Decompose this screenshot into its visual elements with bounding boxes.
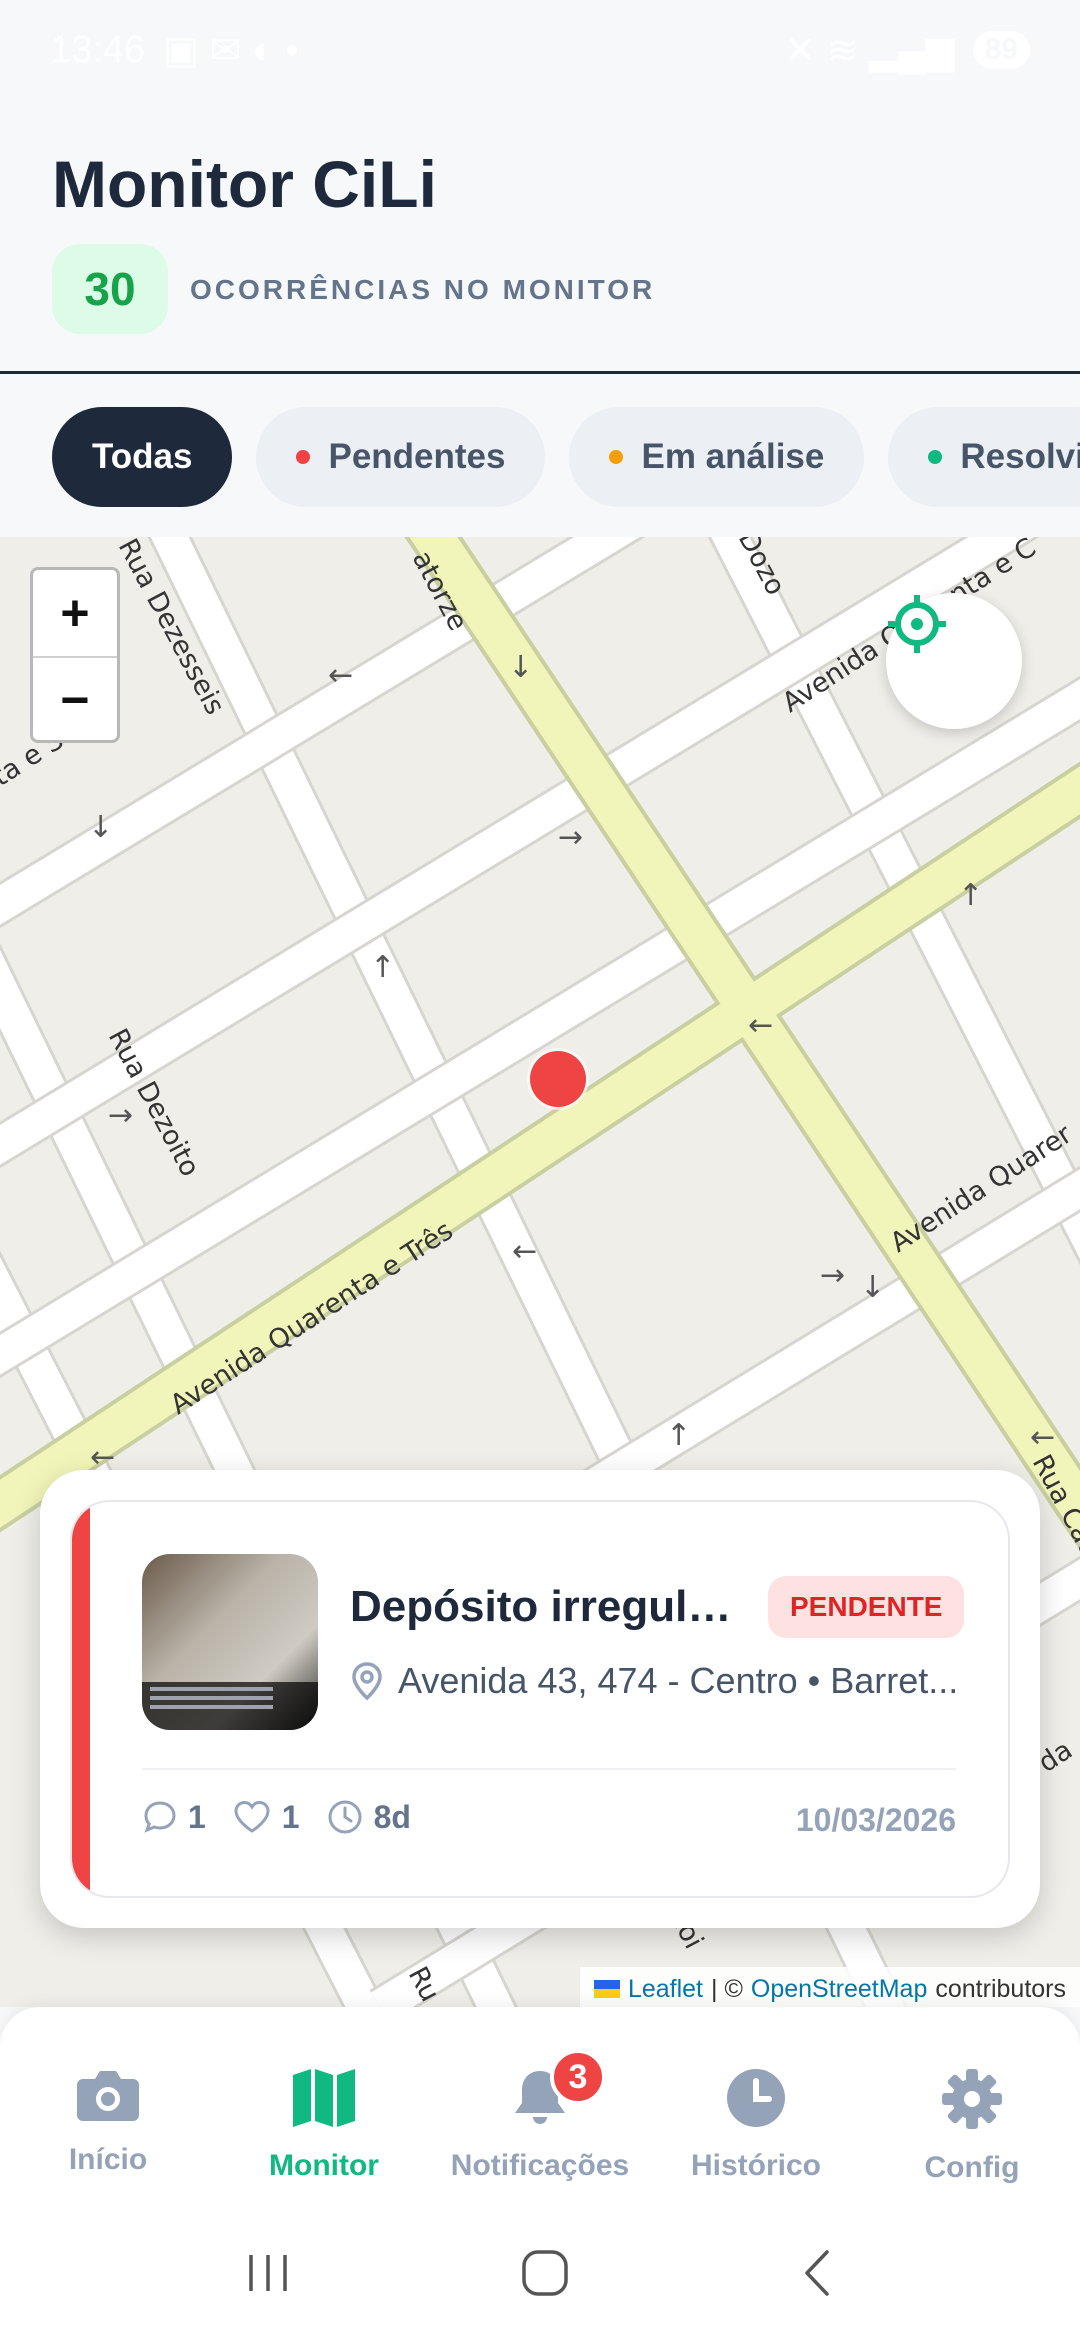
bottom-navigation: Início Monitor 3 Notificações Histórico xyxy=(0,2007,1080,2205)
filter-chip-label: Em análise xyxy=(641,437,825,476)
crosshair-icon xyxy=(888,595,946,653)
leaflet-link[interactable]: Leaflet xyxy=(628,1975,703,2004)
nav-item-config[interactable]: Config xyxy=(864,2007,1080,2205)
heart-icon xyxy=(234,1800,270,1833)
comment-icon xyxy=(144,1801,176,1833)
status-time: 13:46 xyxy=(50,28,146,71)
map-attribution: Leaflet | © OpenStreetMap contributors xyxy=(579,1967,1080,2007)
occurrence-count-badge: 30 xyxy=(52,244,168,334)
svg-text:↑: ↑ xyxy=(370,950,395,985)
locate-me-button[interactable] xyxy=(886,593,1022,729)
attribution-separator: | © xyxy=(711,1974,743,2003)
nav-item-inicio[interactable]: Início xyxy=(0,2007,216,2205)
occurrence-card[interactable]: Depósito irregular... PENDENTE Avenida 4… xyxy=(70,1500,1010,1898)
gear-icon xyxy=(942,2069,1002,2129)
filter-chip-resolvidas[interactable]: Resolvi xyxy=(888,407,1080,507)
notification-icons: ▣ ✉ ◐ • xyxy=(163,29,299,72)
status-bar: 13:46 ▣ ✉ ◐ • ✕ ≋ ▂▄▆ 89 xyxy=(0,0,1080,100)
zoom-in-button[interactable]: + xyxy=(33,570,117,656)
address-row: Avenida 43, 474 - Centro • Barret... xyxy=(350,1660,970,1702)
signal-icons: ✕ ≋ ▂▄▆ xyxy=(784,29,955,72)
nav-label: Início xyxy=(68,2143,148,2176)
status-filter-bar: Todas Pendentes Em análise Resolvi xyxy=(0,377,1080,537)
occurrence-title: Depósito irregular... xyxy=(350,1582,750,1631)
system-navigation-bar xyxy=(0,2205,1080,2340)
map-icon xyxy=(293,2069,355,2127)
nav-label: Notificações xyxy=(450,2149,630,2182)
filter-chip-em-analise[interactable]: Em análise xyxy=(569,407,865,507)
zoom-out-button[interactable]: − xyxy=(33,656,117,740)
home-icon[interactable] xyxy=(520,2248,570,2298)
ukraine-flag-icon xyxy=(593,1980,620,1998)
attribution-contributors: contributors xyxy=(935,1974,1066,2003)
nav-label: Monitor xyxy=(269,2149,379,2182)
svg-text:↓: ↓ xyxy=(508,650,533,685)
location-pin-icon xyxy=(352,1662,382,1701)
svg-text:→: → xyxy=(820,1258,845,1293)
svg-text:←: ← xyxy=(328,658,353,693)
battery-indicator: 89 xyxy=(972,31,1030,69)
app-root: 13:46 ▣ ✉ ◐ • ✕ ≋ ▂▄▆ 89 Monitor CiLi 30… xyxy=(0,0,1080,2340)
pending-dot-icon xyxy=(296,450,311,464)
occurrence-count-label: OCORRÊNCIAS NO MONITOR xyxy=(190,274,656,305)
card-divider xyxy=(142,1768,956,1770)
page-header: Monitor CiLi 30 OCORRÊNCIAS NO MONITOR xyxy=(0,100,1080,374)
occurrence-card-container: Depósito irregular... PENDENTE Avenida 4… xyxy=(40,1470,1040,1928)
resolved-dot-icon xyxy=(928,450,943,464)
svg-text:←: ← xyxy=(748,1008,773,1043)
svg-text:→: → xyxy=(108,1098,133,1133)
svg-text:↓: ↓ xyxy=(88,810,113,845)
nav-label: Config xyxy=(924,2151,1020,2184)
analysis-dot-icon xyxy=(609,450,624,464)
page-title: Monitor CiLi xyxy=(52,147,437,221)
occurrence-marker[interactable] xyxy=(530,1051,586,1107)
recent-apps-icon[interactable] xyxy=(243,2251,293,2295)
likes-count: 1 xyxy=(281,1798,300,1835)
svg-text:↑: ↑ xyxy=(666,1418,691,1453)
filter-chip-label: Resolvi xyxy=(960,437,1080,476)
comments-stat: 1 xyxy=(142,1799,206,1836)
zoom-control: + − xyxy=(30,567,120,743)
likes-stat: 1 xyxy=(232,1799,300,1836)
occurrence-photo xyxy=(142,1554,318,1730)
comments-count: 1 xyxy=(188,1798,206,1835)
filter-chip-todas[interactable]: Todas xyxy=(52,407,233,507)
clock-icon xyxy=(328,1800,362,1834)
svg-text:←: ← xyxy=(512,1234,537,1269)
camera-icon xyxy=(77,2071,139,2121)
svg-text:↓: ↓ xyxy=(860,1270,885,1305)
age-stat: 8d xyxy=(326,1798,411,1836)
nav-item-historico[interactable]: Histórico xyxy=(648,2007,864,2205)
occurrence-date: 10/03/2026 xyxy=(795,1802,956,1838)
status-badge: PENDENTE xyxy=(768,1576,965,1638)
status-stripe xyxy=(72,1502,90,1896)
clock-icon xyxy=(727,2069,785,2127)
filter-chip-label: Pendentes xyxy=(328,437,506,476)
svg-text:↑: ↑ xyxy=(958,878,983,913)
osm-link[interactable]: OpenStreetMap xyxy=(751,1975,928,2004)
nav-item-monitor[interactable]: Monitor xyxy=(216,2007,432,2205)
engagement-stats: 1 1 8d xyxy=(142,1798,411,1836)
age-value: 8d xyxy=(373,1798,411,1835)
nav-item-notificacoes[interactable]: 3 Notificações xyxy=(432,2007,648,2205)
occurrence-address: Avenida 43, 474 - Centro • Barret... xyxy=(398,1660,959,1701)
filter-chip-pendentes[interactable]: Pendentes xyxy=(256,407,546,507)
notification-count-badge: 3 xyxy=(550,2049,606,2105)
back-icon[interactable] xyxy=(797,2248,837,2298)
nav-label: Histórico xyxy=(690,2149,822,2182)
filter-chip-label: Todas xyxy=(92,437,193,476)
svg-text:→: → xyxy=(558,820,583,855)
